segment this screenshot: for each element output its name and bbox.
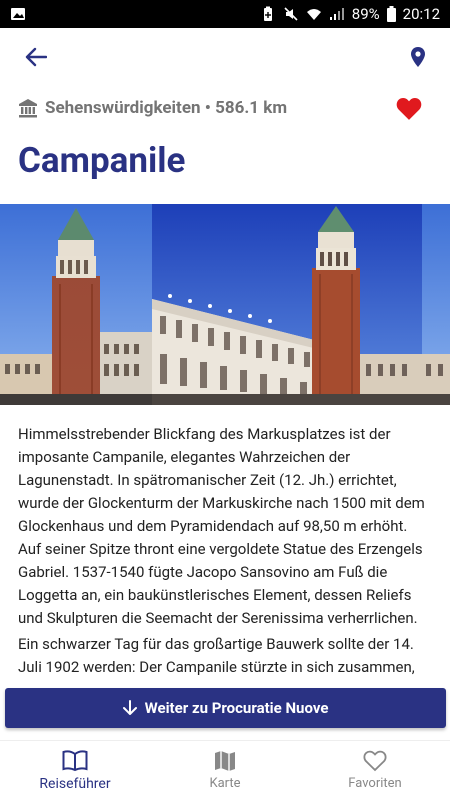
favorite-heart-icon[interactable] [396, 96, 422, 122]
landmark-icon [19, 99, 37, 118]
screen: 89% 20:12 Sehenswürdigkeiten • 586.1 km … [0, 0, 450, 800]
nav-label-favoriten: Favoriten [348, 776, 402, 791]
location-pin-icon [411, 47, 425, 67]
arrow-down-icon [122, 700, 137, 715]
map-icon [215, 751, 235, 771]
battery-saver-icon [263, 6, 272, 21]
status-left [10, 6, 26, 22]
nav-label-reisefuehrer: Reiseführer [39, 775, 111, 792]
book-open-icon [62, 749, 88, 771]
next-place-button[interactable]: Weiter zu Procuratie Nuove [5, 688, 446, 728]
battery-percent: 89% [351, 5, 380, 23]
mute-icon [284, 7, 298, 21]
status-bar: 89% 20:12 [0, 0, 450, 28]
place-description: Himmelsstrebender Blickfang des Markuspl… [18, 423, 434, 685]
clock: 20:12 [402, 5, 440, 23]
nav-tab-favoriten[interactable]: Favoriten [300, 741, 450, 800]
nav-tab-reisefuehrer[interactable]: Reiseführer [0, 741, 150, 800]
signal-icon [329, 8, 344, 20]
category-distance-text: Sehenswürdigkeiten • 586.1 km [45, 98, 288, 118]
next-place-label: Weiter zu Procuratie Nuove [144, 699, 329, 717]
map-location-button[interactable] [404, 43, 432, 71]
place-title: Campanile [18, 140, 186, 181]
arrow-left-icon [25, 47, 47, 67]
heart-outline-icon [363, 750, 387, 772]
description-paragraph-1: Himmelsstrebender Blickfang des Markuspl… [18, 425, 425, 627]
category-line: Sehenswürdigkeiten • 586.1 km [18, 92, 432, 124]
bottom-navigation: Reiseführer Karte Favoriten [0, 740, 450, 800]
wifi-icon [306, 9, 321, 20]
status-right: 89% 20:12 [260, 5, 440, 23]
nav-label-karte: Karte [209, 776, 241, 791]
campanile-photo [0, 204, 450, 405]
battery-icon [386, 6, 396, 22]
description-paragraph-2: Ein schwarzer Tag für das großartige Bau… [18, 635, 415, 676]
image-notification-icon [11, 8, 25, 20]
back-button[interactable] [22, 43, 50, 71]
hero-photo[interactable] [0, 204, 450, 405]
app-bar [0, 28, 450, 86]
nav-tab-karte[interactable]: Karte [150, 741, 300, 800]
